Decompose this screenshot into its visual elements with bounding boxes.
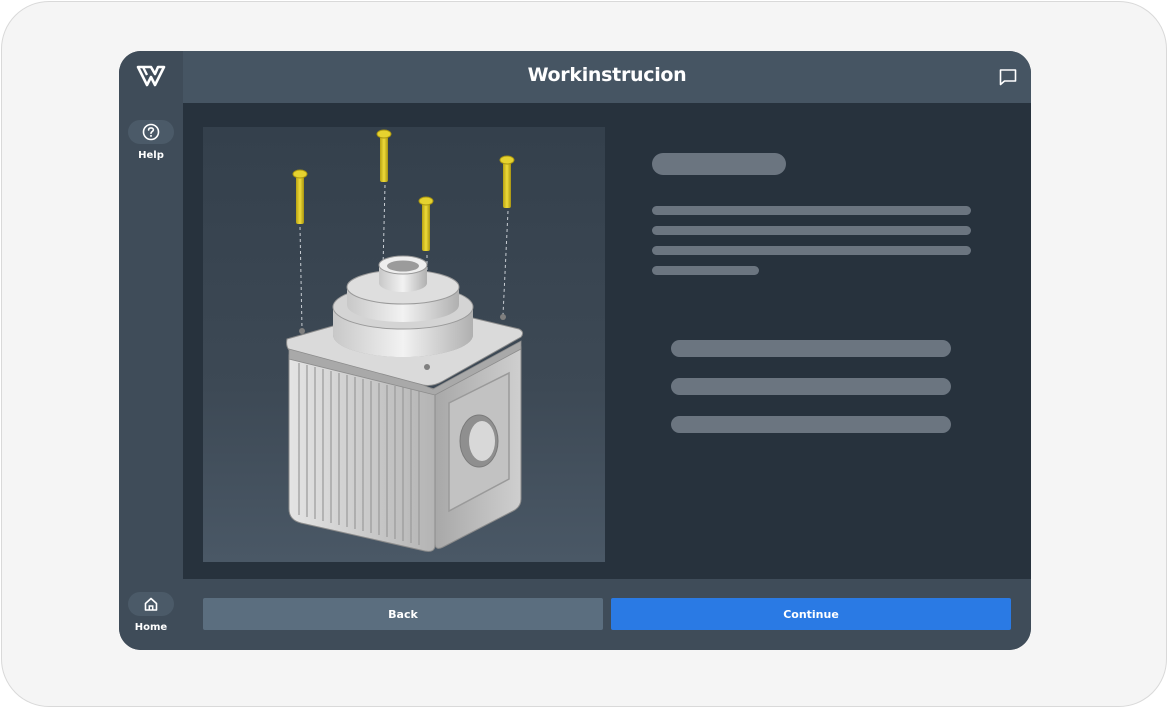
screw-4 bbox=[499, 155, 515, 208]
help-circle-icon bbox=[142, 123, 160, 141]
footer: Back Continue bbox=[183, 579, 1031, 650]
back-button[interactable]: Back bbox=[203, 598, 603, 630]
3d-model-viewer[interactable] bbox=[203, 127, 605, 562]
help-button[interactable]: Help bbox=[119, 120, 183, 161]
page-title: Workinstrucion bbox=[527, 64, 687, 86]
home-label: Home bbox=[134, 622, 168, 633]
app-screen: Help Home Workinstrucion Back Continue bbox=[119, 51, 1031, 650]
exploded-assembly-illustration bbox=[286, 129, 524, 552]
continue-button[interactable]: Continue bbox=[611, 598, 1011, 630]
skeleton-text-line bbox=[652, 266, 759, 275]
home-icon bbox=[144, 597, 158, 611]
screw-3 bbox=[418, 196, 434, 251]
skeleton-option bbox=[671, 340, 951, 357]
home-button[interactable]: Home bbox=[119, 592, 183, 633]
skeleton-heading bbox=[652, 153, 786, 175]
skeleton-option bbox=[671, 416, 951, 433]
skeleton-text-line bbox=[652, 246, 971, 255]
help-pill[interactable] bbox=[128, 120, 174, 144]
home-pill[interactable] bbox=[128, 592, 174, 616]
sidebar: Help Home bbox=[119, 51, 183, 650]
skeleton-option bbox=[671, 378, 951, 395]
header: Workinstrucion bbox=[183, 51, 1031, 103]
device-frame: Help Home Workinstrucion Back Continue bbox=[1, 1, 1167, 707]
screw-1 bbox=[292, 169, 308, 224]
w-logo-icon[interactable] bbox=[136, 65, 166, 87]
screw-2 bbox=[376, 129, 392, 182]
help-label: Help bbox=[138, 150, 164, 161]
chat-bubble-icon[interactable] bbox=[998, 67, 1018, 87]
skeleton-text-line bbox=[652, 226, 971, 235]
skeleton-text-line bbox=[652, 206, 971, 215]
